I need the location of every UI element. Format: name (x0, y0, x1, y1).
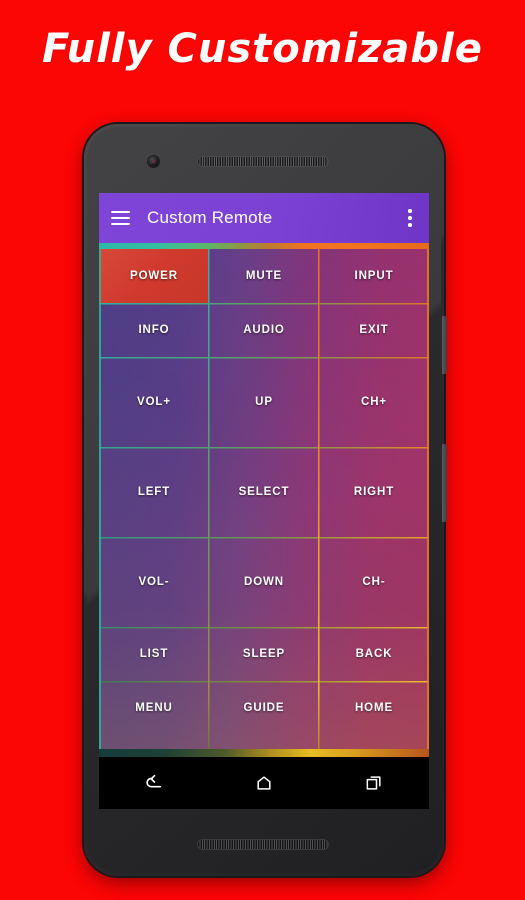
power-side-button[interactable] (442, 316, 447, 374)
remote-button-label: INFO (138, 324, 170, 336)
phone-screen: Custom Remote POWER MUTE INPUT INFO AUDI… (99, 193, 429, 809)
remote-button-select[interactable]: SELECT (209, 447, 319, 537)
remote-button-back[interactable]: BACK (319, 627, 429, 681)
remote-button-label: BACK (355, 648, 393, 660)
remote-button-label: CH+ (360, 396, 388, 408)
remote-button-audio[interactable]: AUDIO (209, 303, 319, 357)
hamburger-menu-icon[interactable] (111, 211, 130, 225)
remote-button-grid: POWER MUTE INPUT INFO AUDIO EXIT VOL+ UP (99, 249, 429, 749)
page-title: Custom Remote (147, 208, 273, 227)
home-icon[interactable] (247, 769, 281, 797)
remote-button-label: POWER (130, 270, 178, 282)
remote-button-label: GUIDE (243, 702, 285, 714)
remote-button-channel-down[interactable]: CH- (319, 537, 429, 627)
remote-button-label: VOL+ (137, 396, 171, 408)
remote-button-volume-up[interactable]: VOL+ (99, 357, 209, 447)
remote-button-label: INPUT (354, 270, 394, 282)
remote-button-label: UP (255, 396, 273, 408)
remote-button-left[interactable]: LEFT (99, 447, 209, 537)
remote-button-volume-down[interactable]: VOL- (99, 537, 209, 627)
remote-button-exit[interactable]: EXIT (319, 303, 429, 357)
front-camera-icon (148, 156, 159, 167)
remote-button-mute[interactable]: MUTE (209, 249, 319, 303)
remote-button-guide[interactable]: GUIDE (209, 681, 319, 735)
android-navigation-bar (99, 757, 429, 809)
recent-apps-icon[interactable] (357, 769, 391, 797)
back-arrow-icon[interactable] (137, 769, 171, 797)
bottom-speaker-icon (197, 839, 329, 850)
remote-button-home[interactable]: HOME (319, 681, 429, 735)
remote-button-sleep[interactable]: SLEEP (209, 627, 319, 681)
remote-button-label: MENU (135, 702, 173, 714)
bottom-accent-strip (99, 749, 429, 757)
promo-headline: Fully Customizable (42, 26, 483, 72)
remote-button-label: RIGHT (353, 486, 395, 498)
remote-button-info[interactable]: INFO (99, 303, 209, 357)
remote-button-label: SLEEP (242, 648, 286, 660)
remote-button-label: VOL- (138, 576, 170, 588)
remote-button-list[interactable]: LIST (99, 627, 209, 681)
remote-button-right[interactable]: RIGHT (319, 447, 429, 537)
remote-button-input[interactable]: INPUT (319, 249, 429, 303)
remote-button-up[interactable]: UP (209, 357, 319, 447)
remote-button-down[interactable]: DOWN (209, 537, 319, 627)
overflow-menu-icon[interactable] (408, 209, 412, 227)
volume-rocker-button[interactable] (442, 444, 447, 522)
remote-button-label: LEFT (137, 486, 171, 498)
remote-button-label: SELECT (238, 486, 290, 498)
remote-button-label: LIST (139, 648, 169, 660)
remote-button-channel-up[interactable]: CH+ (319, 357, 429, 447)
remote-button-menu[interactable]: MENU (99, 681, 209, 735)
phone-device: Custom Remote POWER MUTE INPUT INFO AUDI… (84, 124, 447, 876)
remote-button-label: DOWN (243, 576, 284, 588)
remote-button-label: MUTE (245, 270, 283, 282)
remote-button-label: HOME (354, 702, 394, 714)
app-bar: Custom Remote (99, 193, 429, 243)
remote-button-label: CH- (362, 576, 386, 588)
remote-button-power[interactable]: POWER (99, 249, 209, 303)
remote-button-label: AUDIO (243, 324, 285, 336)
earpiece-speaker-icon (197, 156, 329, 167)
remote-button-label: EXIT (359, 324, 389, 336)
